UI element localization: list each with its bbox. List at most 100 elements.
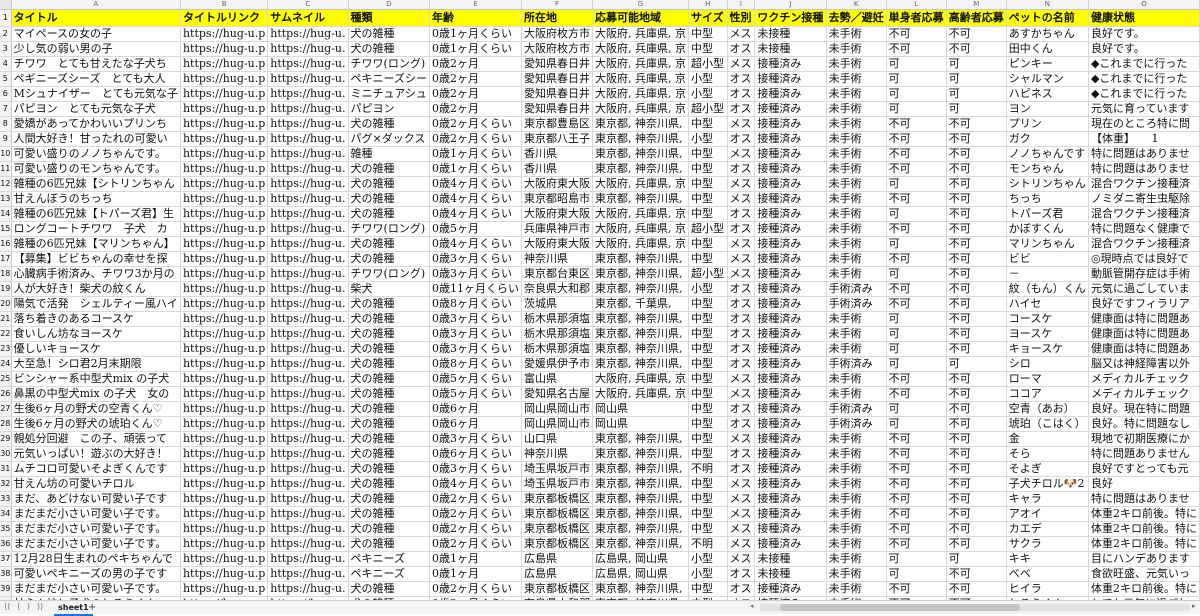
- data-cell[interactable]: ロングコートチワワ 子犬 カ: [11, 221, 181, 237]
- data-cell[interactable]: 接種済み: [754, 116, 827, 132]
- data-cell[interactable]: 健康面は特に問題あ: [1088, 341, 1200, 357]
- data-cell[interactable]: https://hug-u.: [267, 236, 349, 252]
- data-cell[interactable]: オス: [727, 356, 756, 372]
- data-cell[interactable]: 体重2キロ前後。特に: [1088, 581, 1200, 597]
- data-cell[interactable]: 東京都, 神奈川県,: [592, 311, 689, 327]
- data-cell[interactable]: 元気いっぱい！遊ぶの大好き！: [11, 446, 181, 462]
- column-letter-H[interactable]: H: [688, 0, 728, 10]
- data-cell[interactable]: 未手術: [826, 146, 887, 162]
- data-cell[interactable]: 接種済み: [754, 461, 827, 477]
- data-cell[interactable]: メス: [727, 371, 756, 387]
- data-cell[interactable]: 犬の雑種: [348, 431, 430, 447]
- data-cell[interactable]: 未手術: [826, 86, 887, 102]
- data-cell[interactable]: 可: [886, 551, 947, 567]
- row-number[interactable]: 3: [0, 41, 12, 57]
- data-cell[interactable]: モンちゃん: [1006, 161, 1089, 177]
- data-cell[interactable]: 大阪府, 兵庫県, 京: [592, 71, 689, 87]
- data-cell[interactable]: マリンちゃん: [1006, 236, 1089, 252]
- data-cell[interactable]: 大阪府枚方市: [521, 41, 593, 57]
- data-cell[interactable]: 東京都, 神奈川県,: [592, 476, 689, 492]
- data-cell[interactable]: チワワ とても甘えたな子犬ち: [11, 56, 181, 72]
- data-cell[interactable]: チワワ(ロング): [348, 221, 430, 237]
- row-number[interactable]: 32: [0, 476, 12, 492]
- data-cell[interactable]: 不可: [946, 506, 1007, 522]
- row-number[interactable]: 30: [0, 446, 12, 462]
- data-cell[interactable]: 接種済み: [754, 356, 827, 372]
- data-cell[interactable]: 犬の雑種: [348, 311, 430, 327]
- data-cell[interactable]: 良好。現在特に問題: [1088, 401, 1200, 417]
- data-cell[interactable]: 0歳2ヶ月くらい: [429, 491, 522, 507]
- data-cell[interactable]: 不可: [946, 371, 1007, 387]
- row-number[interactable]: 8: [0, 116, 12, 132]
- data-cell[interactable]: https://hug-u.p: [180, 581, 269, 597]
- column-letter-N[interactable]: N: [1006, 0, 1089, 10]
- data-cell[interactable]: 未手術: [826, 101, 887, 117]
- data-cell[interactable]: https://hug-u.: [267, 491, 349, 507]
- header-cell[interactable]: タイトル: [11, 9, 181, 27]
- data-cell[interactable]: 犬の雑種: [348, 206, 430, 222]
- data-cell[interactable]: 可: [886, 356, 947, 372]
- column-letter-I[interactable]: I: [727, 0, 756, 10]
- header-cell[interactable]: サイズ: [688, 9, 728, 27]
- data-cell[interactable]: 大阪府, 兵庫県, 京: [592, 176, 689, 192]
- data-cell[interactable]: https://hug-u.p: [180, 521, 269, 537]
- data-cell[interactable]: オス: [727, 281, 756, 297]
- data-cell[interactable]: 接種済み: [754, 296, 827, 312]
- header-cell[interactable]: 種類: [348, 9, 430, 27]
- data-cell[interactable]: 0歳4ヶ月くらい: [429, 206, 522, 222]
- data-cell[interactable]: https://hug-u.p: [180, 551, 269, 567]
- data-cell[interactable]: まだまだ小さい可愛い子です。: [11, 581, 181, 597]
- data-cell[interactable]: 不可: [886, 506, 947, 522]
- data-cell[interactable]: 香川県: [521, 146, 593, 162]
- header-cell[interactable]: 健康状態: [1088, 9, 1200, 27]
- data-cell[interactable]: https://hug-u.p: [180, 341, 269, 357]
- data-cell[interactable]: 大阪府東大阪: [521, 176, 593, 192]
- data-cell[interactable]: https://hug-u.p: [180, 536, 269, 552]
- data-cell[interactable]: 現在のところ特に問: [1088, 116, 1200, 132]
- header-cell[interactable]: タイトルリンク: [180, 9, 269, 27]
- data-cell[interactable]: ◆これまでに行った: [1088, 86, 1200, 102]
- data-cell[interactable]: 愛知県春日井: [521, 71, 593, 87]
- data-cell[interactable]: 接種済み: [754, 506, 827, 522]
- data-cell[interactable]: 金: [1006, 431, 1089, 447]
- data-cell[interactable]: https://hug-u.: [267, 536, 349, 552]
- data-cell[interactable]: 0歳2ヶ月: [429, 71, 522, 87]
- data-cell[interactable]: 不可: [946, 536, 1007, 552]
- data-cell[interactable]: https://hug-u.p: [180, 101, 269, 117]
- data-cell[interactable]: メス: [727, 116, 756, 132]
- data-cell[interactable]: 不可: [946, 476, 1007, 492]
- data-cell[interactable]: 不可: [946, 116, 1007, 132]
- data-cell[interactable]: 大阪府枚方市: [521, 26, 593, 42]
- row-number[interactable]: 7: [0, 101, 12, 117]
- data-cell[interactable]: 不可: [946, 461, 1007, 477]
- data-cell[interactable]: https://hug-u.: [267, 521, 349, 537]
- data-cell[interactable]: 未接種: [754, 551, 827, 567]
- data-cell[interactable]: 不可: [946, 236, 1007, 252]
- row-number[interactable]: 26: [0, 386, 12, 402]
- data-cell[interactable]: 可: [886, 566, 947, 582]
- data-cell[interactable]: 良好: [1088, 476, 1200, 492]
- data-cell[interactable]: https://hug-u.p: [180, 491, 269, 507]
- header-cell[interactable]: 高齢者応募: [946, 9, 1007, 27]
- data-cell[interactable]: ビビ: [1006, 251, 1089, 267]
- data-cell[interactable]: 可: [886, 206, 947, 222]
- data-cell[interactable]: 少し気の弱い男の子: [11, 41, 181, 57]
- data-cell[interactable]: 特に問題ありません: [1088, 446, 1200, 462]
- next-sheet-nav-icon[interactable]: ⟩: [27, 602, 30, 611]
- data-cell[interactable]: ◆これまでに行った: [1088, 56, 1200, 72]
- data-cell[interactable]: 生後6ヶ月の野犬の空青くん♡: [11, 401, 181, 417]
- data-cell[interactable]: 不可: [886, 581, 947, 597]
- data-cell[interactable]: 良好です。: [1088, 41, 1200, 57]
- data-cell[interactable]: 0歳6ヶ月くらい: [429, 446, 522, 462]
- data-cell[interactable]: 犬の雑種: [348, 296, 430, 312]
- data-cell[interactable]: 可: [946, 56, 1007, 72]
- data-cell[interactable]: 茨城県: [521, 296, 593, 312]
- add-sheet-icon[interactable]: +: [88, 601, 96, 614]
- data-cell[interactable]: https://hug-u.p: [180, 446, 269, 462]
- data-cell[interactable]: 体重2キロ前後。特に: [1088, 521, 1200, 537]
- data-cell[interactable]: 不可: [946, 281, 1007, 297]
- data-cell[interactable]: 中型: [688, 506, 728, 522]
- data-cell[interactable]: 栃木県那須塩: [521, 326, 593, 342]
- data-cell[interactable]: 未手術: [826, 386, 887, 402]
- data-cell[interactable]: 中型: [688, 296, 728, 312]
